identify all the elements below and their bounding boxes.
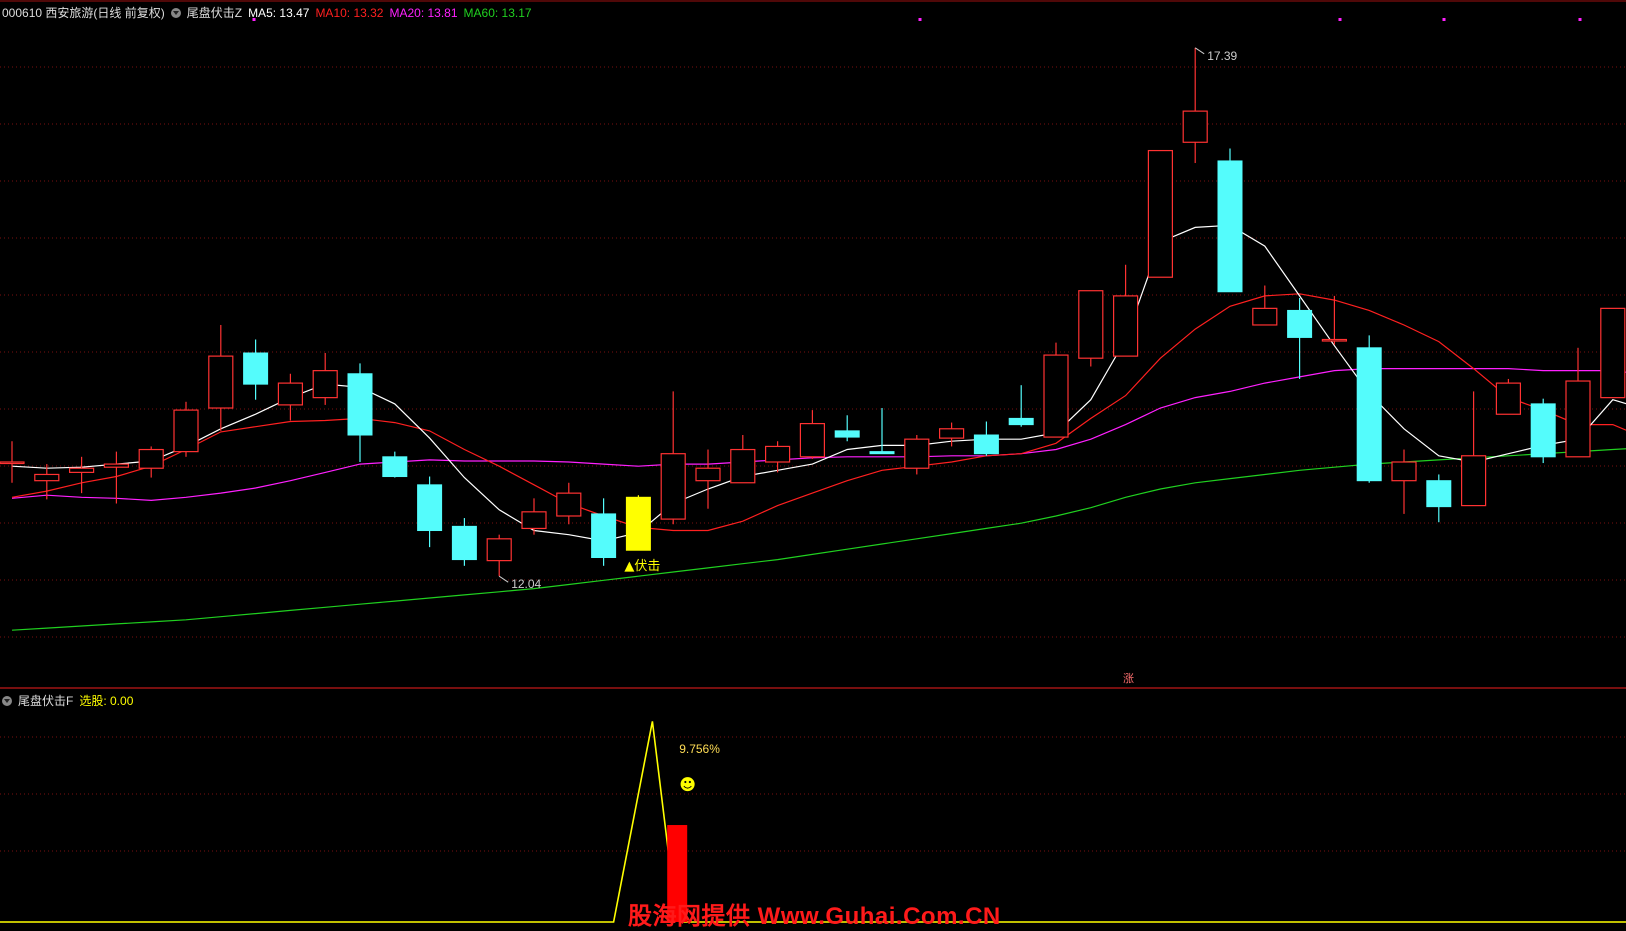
candle-body [347, 373, 373, 436]
candle-body [486, 538, 512, 562]
smile-icon: ☻ [679, 775, 696, 794]
candle-body [277, 382, 303, 406]
candle-body [938, 428, 965, 439]
candle-body [243, 352, 269, 385]
candle-body [451, 525, 477, 561]
high-arrow [1194, 47, 1205, 55]
candle-body [1182, 110, 1208, 143]
candle-body [208, 355, 234, 409]
candle-body [68, 467, 95, 473]
marker-dot [1338, 18, 1342, 21]
candle-body [417, 484, 443, 532]
signal-line [0, 721, 672, 923]
marker-dot [252, 18, 256, 21]
candle-body [869, 451, 895, 455]
candle-body [382, 456, 408, 478]
candle-body [1530, 403, 1556, 458]
candle-body [1252, 307, 1278, 326]
candle-body [1565, 380, 1591, 458]
candle-body [660, 453, 686, 520]
candle-body [556, 492, 582, 517]
candle-body [173, 409, 199, 453]
candle-body [1356, 347, 1382, 482]
low-label: 12.04 [511, 577, 541, 591]
candle-body [1078, 290, 1104, 359]
candle-body [0, 461, 25, 465]
pct-label: 9.756% [679, 742, 720, 756]
candle-body [1112, 295, 1139, 357]
ma10-line [11, 293, 1626, 532]
candle-body [34, 473, 60, 482]
high-label: 17.39 [1207, 49, 1237, 63]
candle-body [764, 445, 791, 463]
kline-chart[interactable]: 17.39 12.04 ▲伏击涨 9.756% ☻ [0, 0, 1626, 928]
watermark: 股海网提供 Www.Guhai.Com.CN [628, 903, 1001, 930]
candle-body [1043, 354, 1069, 438]
candle-body [521, 511, 547, 530]
candle-body [904, 438, 930, 469]
candle-body [1217, 160, 1243, 293]
candle-body [1008, 417, 1034, 426]
candle-body [591, 513, 617, 559]
marker-dot [1578, 18, 1582, 21]
candle-body [103, 463, 130, 468]
candle-body [1391, 461, 1417, 482]
candle-body [695, 467, 721, 482]
marker-dot [918, 18, 922, 21]
low-arrow [498, 575, 509, 583]
candle-body [973, 434, 999, 455]
candle-body [138, 448, 164, 469]
zhang-badge: 涨 [1123, 672, 1134, 685]
candle-body [799, 422, 826, 458]
candle-body [312, 370, 338, 399]
candle-body [1287, 309, 1313, 338]
candle-body [834, 430, 860, 438]
candle-body [1147, 149, 1174, 278]
candle-body [1600, 307, 1626, 399]
candle-body [1426, 480, 1452, 508]
marker-dot [1442, 18, 1446, 21]
candle-body [1495, 382, 1522, 415]
candle-body [1460, 455, 1487, 507]
signal-label: ▲伏击 [624, 559, 660, 574]
candle-body [730, 448, 756, 484]
candle-body [1321, 338, 1348, 342]
candle-body [625, 496, 651, 551]
ma60-line [11, 448, 1626, 631]
